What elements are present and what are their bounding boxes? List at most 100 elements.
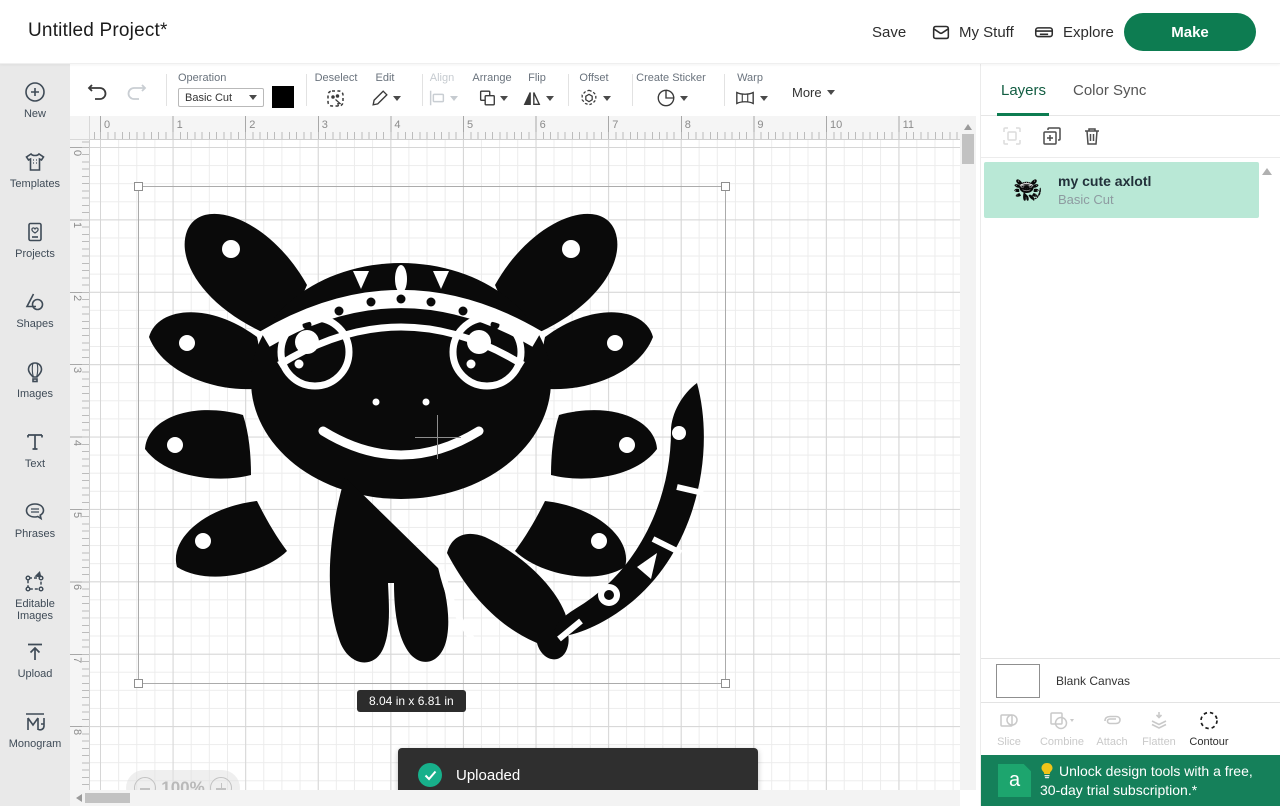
ruler-number: 1 <box>177 119 183 131</box>
access-badge: a <box>998 764 1031 797</box>
caret-down-icon <box>603 96 611 101</box>
cursor-crosshair <box>437 415 438 459</box>
sidebar-item-projects[interactable]: Projects <box>0 220 70 290</box>
caret-down-icon <box>680 96 688 101</box>
ruler-number: 8 <box>71 729 83 735</box>
warp-button[interactable]: Warp <box>722 64 778 108</box>
sticker-icon <box>655 88 677 108</box>
caret-down-icon <box>249 95 257 100</box>
banner-text-line2: 30-day trial subscription.* <box>1040 781 1253 800</box>
sidebar-item-images[interactable]: Images <box>0 360 70 430</box>
ruler-number: 6 <box>71 584 83 590</box>
duplicate-layer-button[interactable] <box>1041 125 1063 147</box>
canvas-color-swatch[interactable] <box>996 664 1040 698</box>
more-button[interactable]: More <box>792 85 835 100</box>
cricut-machine-icon <box>1032 21 1056 43</box>
edit-toolbar: Operation Basic Cut Deselect Edit <box>70 64 980 116</box>
my-stuff-button[interactable]: My Stuff <box>930 0 1014 64</box>
pencil-icon <box>370 88 390 108</box>
mail-icon <box>930 21 952 43</box>
sidebar-item-editable-images[interactable]: Editable Images <box>0 570 70 640</box>
edit-button[interactable]: Edit <box>358 64 412 108</box>
ruler-number: 5 <box>71 512 83 518</box>
layer-thumbnail <box>1014 177 1042 203</box>
explore-button[interactable]: Explore <box>1032 0 1114 64</box>
scroll-up-arrow[interactable] <box>964 124 972 130</box>
layer-list-scroll-up-arrow[interactable] <box>1262 168 1272 175</box>
trial-upsell-banner[interactable]: a Unlock design tools with a free, 30-da… <box>981 755 1280 806</box>
sidebar-item-monogram[interactable]: Monogram <box>0 710 70 780</box>
resize-handle-bottom-left[interactable] <box>134 679 143 688</box>
color-swatch[interactable] <box>272 86 294 108</box>
sidebar-item-text[interactable]: Text <box>0 430 70 500</box>
ruler-number: 0 <box>104 119 110 131</box>
caret-down-icon <box>546 96 554 101</box>
redo-button[interactable] <box>124 80 148 102</box>
make-button[interactable]: Make <box>1124 13 1256 51</box>
sidebar-item-templates[interactable]: Templates <box>0 150 70 220</box>
panel-tabs: Layers Color Sync <box>981 64 1280 116</box>
upload-icon <box>23 640 47 664</box>
flatten-icon <box>1147 709 1171 733</box>
sidebar-item-phrases[interactable]: Phrases <box>0 500 70 570</box>
axolotl-artwork[interactable] <box>139 187 727 685</box>
selection-bounding-box[interactable] <box>138 186 726 684</box>
layer-name: my cute axlotl <box>1058 173 1151 189</box>
layer-row-my-cute-axlotl[interactable]: my cute axlotl Basic Cut <box>984 162 1259 218</box>
flip-icon <box>521 88 543 108</box>
resize-handle-top-left[interactable] <box>134 182 143 191</box>
vertical-scrollbar[interactable] <box>960 116 976 790</box>
success-check-icon <box>418 763 442 787</box>
layer-tools-row <box>981 116 1280 158</box>
ruler-number: 3 <box>322 119 328 131</box>
warp-icon <box>733 88 757 108</box>
horizontal-scrollbar[interactable] <box>70 790 960 806</box>
sidebar-item-upload[interactable]: Upload <box>0 640 70 710</box>
save-button[interactable]: Save <box>872 0 906 64</box>
design-space-app: Untitled Project* Save My Stuff Exp <box>0 0 1280 806</box>
shapes-icon <box>23 290 47 314</box>
caret-down-icon <box>450 96 458 101</box>
cursor-crosshair <box>415 437 461 438</box>
ruler-vertical: 012345678 <box>70 140 90 790</box>
ruler-number: 7 <box>71 657 83 663</box>
contour-icon <box>1197 709 1221 733</box>
combine-button: Combine <box>1032 709 1092 748</box>
blank-canvas-label: Blank Canvas <box>1056 674 1130 688</box>
flip-button[interactable]: Flip <box>512 64 562 108</box>
slice-icon <box>997 709 1021 733</box>
delete-layer-button[interactable] <box>1081 125 1103 147</box>
offset-button[interactable]: Offset <box>566 64 622 108</box>
editable-images-icon <box>23 570 47 594</box>
tab-color-sync[interactable]: Color Sync <box>1073 64 1146 116</box>
operation-label: Operation <box>178 72 226 84</box>
deselect-button[interactable]: Deselect <box>307 64 365 110</box>
resize-handle-bottom-right[interactable] <box>721 679 730 688</box>
hot-air-balloon-icon <box>23 360 47 384</box>
ruler-horizontal: 01234567891011 <box>90 116 960 140</box>
layers-panel: Layers Color Sync my cute axlot <box>980 64 1280 806</box>
ruler-number: 3 <box>71 367 83 373</box>
text-icon <box>23 430 47 454</box>
horizontal-scroll-thumb[interactable] <box>85 793 130 803</box>
ruler-number: 8 <box>685 119 691 131</box>
project-title: Untitled Project* <box>28 20 168 42</box>
ruler-number: 2 <box>249 119 255 131</box>
combine-icon <box>1047 709 1077 733</box>
tab-layers[interactable]: Layers <box>1001 64 1046 116</box>
scroll-left-arrow[interactable] <box>76 794 82 802</box>
resize-handle-top-right[interactable] <box>721 182 730 191</box>
layer-actions-bar: Slice Combine Attach Flat <box>981 702 1280 755</box>
plus-circle-icon <box>23 80 47 104</box>
offset-icon <box>578 88 600 108</box>
create-sticker-button[interactable]: Create Sticker <box>630 64 712 108</box>
contour-button[interactable]: Contour <box>1184 709 1234 748</box>
sidebar-item-shapes[interactable]: Shapes <box>0 290 70 360</box>
undo-button[interactable] <box>86 80 110 102</box>
operation-select[interactable]: Basic Cut <box>178 88 264 107</box>
design-canvas[interactable]: 8.04 in x 6.81 in Uploaded 100% <box>90 140 960 790</box>
sidebar-item-new[interactable]: New <box>0 80 70 150</box>
group-select-icon <box>1001 125 1023 147</box>
vertical-scroll-thumb[interactable] <box>962 134 974 164</box>
blank-canvas-row: Blank Canvas <box>981 658 1280 702</box>
